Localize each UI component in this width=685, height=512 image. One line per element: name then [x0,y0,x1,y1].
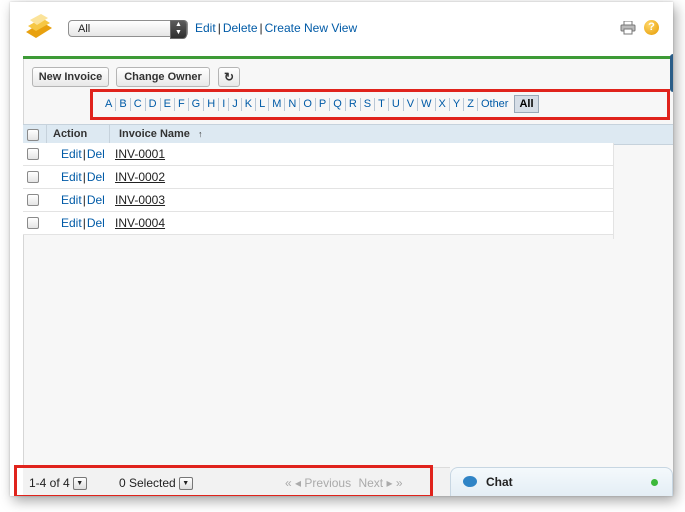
change-owner-button[interactable]: Change Owner [116,67,210,87]
grid-header: Action Invoice Name ↑ [23,124,613,145]
column-invoice-name[interactable]: Invoice Name ↑ [119,128,202,140]
select-arrows-icon: ▲ ▼ [170,20,187,39]
column-invoice-name-label: Invoice Name [119,128,190,140]
column-action: Action [53,128,88,140]
sidebar-toggle-handle[interactable] [670,54,673,92]
column-divider [109,125,110,144]
invoice-name-link[interactable]: INV-0001 [115,147,165,161]
separator: | [217,21,221,35]
grid-edge [613,143,614,239]
column-divider [46,125,47,144]
row-delete-link[interactable]: Del [87,147,105,161]
create-new-view-link[interactable]: Create New View [265,21,357,35]
row-checkbox[interactable] [27,171,39,183]
row-edit-link[interactable]: Edit [61,147,82,161]
row-edit-link[interactable]: Edit [61,216,82,230]
invoice-name-link[interactable]: INV-0002 [115,170,165,184]
row-checkbox[interactable] [27,194,39,206]
row-actions: Edit|Del [61,216,105,230]
highlight-alphabet-filter [90,89,670,120]
row-delete-link[interactable]: Del [87,193,105,207]
separator: | [82,170,86,184]
row-edit-link[interactable]: Edit [61,193,82,207]
view-select[interactable]: All ▲ ▼ [68,20,188,39]
separator: | [259,21,263,35]
table-row: Edit|Del INV-0003 [23,189,613,212]
delete-view-link[interactable]: Delete [223,21,258,35]
table-row: Edit|Del INV-0002 [23,166,613,189]
list-view-window: All ▲ ▼ Edit | Delete | Create New View ? New… [10,2,673,496]
invoice-name-link[interactable]: INV-0003 [115,193,165,207]
invoice-name-link[interactable]: INV-0004 [115,216,165,230]
table-row: Edit|Del INV-0004 [23,212,613,235]
row-actions: Edit|Del [61,147,105,161]
row-checkbox[interactable] [27,217,39,229]
row-delete-link[interactable]: Del [87,170,105,184]
separator: | [82,216,86,230]
refresh-button[interactable]: ↻ [218,67,240,87]
view-links: Edit | Delete | Create New View [195,21,357,35]
row-delete-link[interactable]: Del [87,216,105,230]
grid-header-filler [613,124,673,145]
refresh-icon: ↻ [223,70,235,84]
row-actions: Edit|Del [61,193,105,207]
table-row: Edit|Del INV-0001 [23,143,613,166]
chat-panel[interactable]: Chat [450,467,673,496]
select-all-checkbox[interactable] [27,129,39,141]
printer-icon[interactable] [620,21,636,35]
chat-bubble-icon [463,476,477,487]
sort-ascending-icon: ↑ [197,129,203,139]
row-actions: Edit|Del [61,170,105,184]
separator: | [82,193,86,207]
help-icon[interactable]: ? [644,20,659,35]
view-select-value: All [78,23,91,35]
chat-label: Chat [486,475,513,489]
row-checkbox[interactable] [27,148,39,160]
edit-view-link[interactable]: Edit [195,21,216,35]
online-status-icon [651,479,658,486]
separator: | [82,147,86,161]
highlight-footer-pagination [14,465,433,496]
new-invoice-button[interactable]: New Invoice [32,67,109,87]
row-edit-link[interactable]: Edit [61,170,82,184]
invoice-tab-icon [26,14,52,38]
